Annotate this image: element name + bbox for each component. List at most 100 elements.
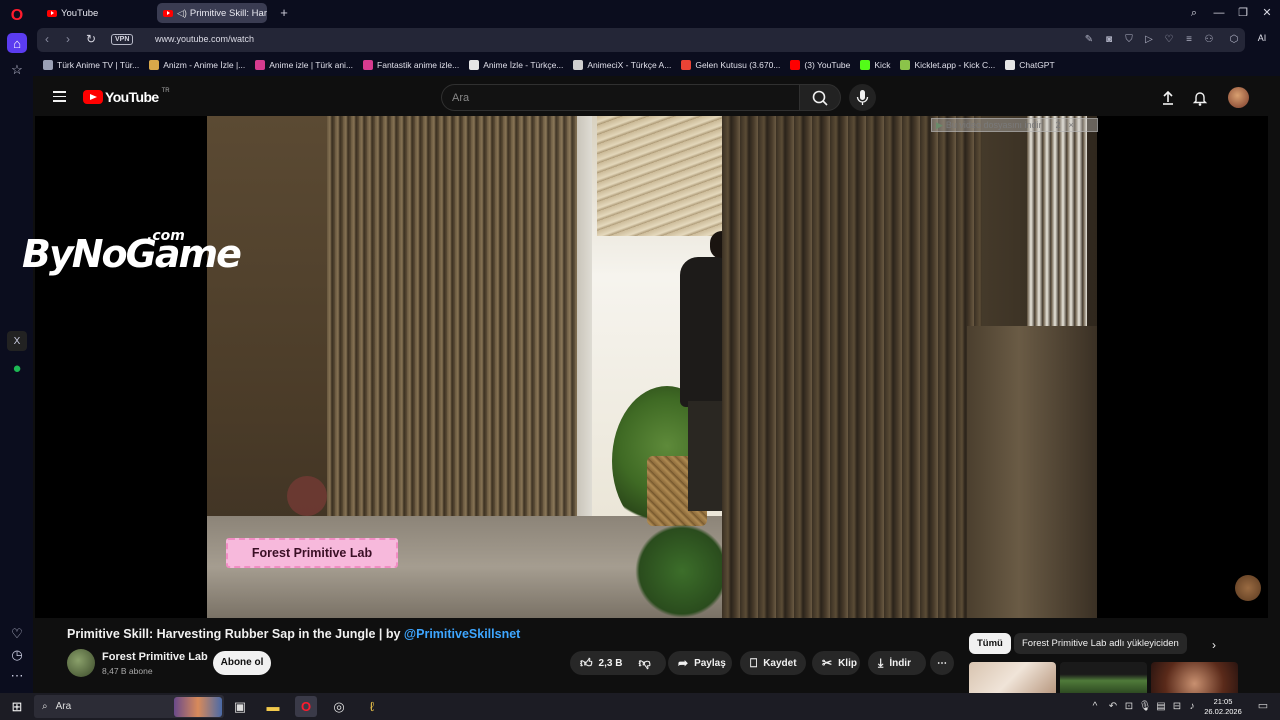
bookmark-favicon-icon: [363, 60, 374, 70]
bookmark-item[interactable]: (3) YouTube: [790, 60, 850, 70]
bookmark-item[interactable]: Kicklet.app - Kick C...: [900, 60, 995, 70]
taskbar-search[interactable]: ⌕ Ara: [34, 695, 224, 718]
bookmark-item[interactable]: Fantastik anime izle...: [363, 60, 459, 70]
tab-video[interactable]: ◁) Primitive Skill: Harvest: [157, 3, 267, 23]
menu-icon[interactable]: ≡: [1182, 33, 1196, 47]
search-input[interactable]: [442, 85, 799, 110]
more-icon[interactable]: ⋯: [7, 666, 27, 686]
bookmark-favicon-icon: [43, 60, 53, 70]
subscribe-button[interactable]: Abone ol: [213, 651, 271, 675]
reload-icon[interactable]: ↻: [86, 32, 96, 46]
bookmark-item[interactable]: Kick: [860, 60, 890, 70]
cube-icon[interactable]: ⬡: [1227, 33, 1241, 47]
share-button[interactable]: ➦ Paylaş: [668, 651, 732, 675]
opera-gx-taskbar-icon[interactable]: ◎: [328, 696, 350, 717]
clip-button[interactable]: ✂ Klip: [812, 651, 860, 675]
app-taskbar-icon[interactable]: ℓ: [361, 696, 383, 717]
save-button[interactable]: ⎕ Kaydet: [740, 651, 806, 675]
download-button[interactable]: ⤓ İndir: [868, 651, 926, 675]
tray-icon[interactable]: ▤: [1154, 696, 1168, 717]
address-bar[interactable]: ‹ › ↻ VPN www.youtube.com/watch ✎ ◙ ⛉ ▷ …: [37, 28, 1245, 52]
bookmark-label: Fantastik anime izle...: [377, 60, 460, 70]
heart-icon[interactable]: ♡: [1162, 33, 1176, 47]
camera-icon[interactable]: ◙: [1102, 33, 1116, 47]
spotify-icon[interactable]: ●: [7, 358, 27, 378]
chevron-up-icon[interactable]: ^: [1088, 696, 1102, 717]
task-view-icon[interactable]: ▣: [229, 696, 251, 717]
channel-watermark-avatar[interactable]: [1235, 575, 1261, 601]
channel-name[interactable]: Forest Primitive Lab: [102, 651, 208, 663]
history-icon[interactable]: ◷: [7, 645, 27, 665]
opera-taskbar-icon[interactable]: O: [295, 696, 317, 717]
video-scene-object: [287, 476, 327, 516]
chip-all[interactable]: Tümü: [969, 633, 1011, 654]
x-twitter-icon[interactable]: X: [7, 331, 27, 351]
bookmark-item[interactable]: Gelen Kutusu (3.670...: [681, 60, 780, 70]
bookmark-label: Kick: [874, 60, 891, 70]
notifications-icon[interactable]: ▭: [1252, 696, 1274, 717]
channel-avatar[interactable]: [67, 649, 95, 677]
bookmark-item[interactable]: AnimeciX - Türkçe A...: [573, 60, 671, 70]
speaker-icon[interactable]: ◁): [177, 8, 187, 19]
opera-logo-icon[interactable]: O: [7, 6, 27, 26]
close-icon[interactable]: ×: [1069, 120, 1074, 130]
search-tabs-icon[interactable]: ⌕: [1185, 4, 1203, 22]
related-video-thumbnail[interactable]: [1060, 662, 1147, 693]
related-video-thumbnail[interactable]: [969, 662, 1056, 693]
search-button[interactable]: [799, 84, 841, 111]
tray-icon[interactable]: ⊡: [1122, 696, 1136, 717]
notification-bell-icon[interactable]: [1191, 89, 1209, 107]
bookmark-item[interactable]: Anime İzle - Türkçe...: [469, 60, 563, 70]
bookmark-label: Türk Anime TV | Tür...: [57, 60, 140, 70]
edit-icon[interactable]: ✎: [1082, 33, 1096, 47]
minimize-icon[interactable]: —: [1210, 4, 1228, 22]
youtube-logo[interactable]: YouTube TR: [83, 88, 170, 105]
bookmark-favicon-icon: [1005, 60, 1016, 70]
voice-search-button[interactable]: [849, 84, 876, 111]
microphone-icon[interactable]: 🎙︎: [1138, 696, 1152, 717]
like-count[interactable]: 2,3 B: [599, 658, 623, 669]
user-avatar[interactable]: [1228, 87, 1249, 108]
forward-icon[interactable]: ›: [66, 32, 70, 46]
chip-from-uploader[interactable]: Forest Primitive Lab adlı yükleyiciden: [1014, 633, 1187, 654]
star-icon[interactable]: ☆: [7, 60, 27, 80]
home-icon[interactable]: ⌂: [7, 33, 27, 53]
channel-handle-link[interactable]: @PrimitiveSkillsnet: [404, 627, 520, 641]
download-video-banner[interactable]: ▶ Bu video dosyasını indir 2 ×: [931, 118, 1098, 132]
chevron-right-icon[interactable]: ›: [1212, 638, 1216, 652]
bookmark-item[interactable]: ChatGPT: [1005, 60, 1055, 70]
close-window-icon[interactable]: ✕: [1258, 4, 1276, 22]
system-clock[interactable]: 21:05 26.02.2026: [1198, 697, 1248, 717]
network-icon[interactable]: ⊟: [1170, 696, 1184, 717]
file-explorer-icon[interactable]: ▬: [262, 696, 284, 717]
profile-icon[interactable]: ⚇: [1202, 33, 1216, 47]
url-text[interactable]: www.youtube.com/watch: [155, 34, 254, 44]
heart-icon[interactable]: ♡: [7, 624, 27, 644]
youtube-wordmark: YouTube: [105, 89, 159, 105]
play-icon[interactable]: ▷: [1142, 33, 1156, 47]
vpn-badge[interactable]: VPN: [111, 34, 134, 45]
bookmark-item[interactable]: Türk Anime TV | Tür...: [43, 60, 139, 70]
country-code: TR: [161, 88, 170, 94]
dislike-icon[interactable]: 👎︎: [638, 656, 650, 671]
aria-ai-button[interactable]: AI: [1250, 31, 1274, 45]
new-tab-button[interactable]: +: [276, 5, 292, 21]
more-actions-button[interactable]: ⋯: [930, 651, 954, 675]
maximize-icon[interactable]: ❐: [1234, 4, 1252, 22]
bookmark-item[interactable]: Anizm - Anime İzle |...: [149, 60, 245, 70]
taskbar-search-placeholder: Ara: [55, 701, 72, 712]
bookmark-item[interactable]: Anime izle | Türk ani...: [255, 60, 353, 70]
windows-start-icon[interactable]: ⊞: [6, 696, 28, 717]
related-video-thumbnail[interactable]: [1151, 662, 1238, 693]
play-icon: ▶: [936, 119, 943, 130]
search-box[interactable]: [441, 84, 799, 111]
volume-icon[interactable]: ♪: [1185, 696, 1199, 717]
share-label: Paylaş: [694, 657, 726, 669]
upload-icon[interactable]: [1159, 89, 1177, 107]
hamburger-menu-icon[interactable]: [53, 91, 66, 102]
back-icon[interactable]: ‹: [45, 32, 49, 46]
shield-icon[interactable]: ⛉: [1122, 33, 1136, 47]
tab-youtube[interactable]: YouTube: [41, 3, 155, 23]
tray-icon[interactable]: ↶: [1106, 696, 1120, 717]
like-icon[interactable]: 👍︎: [580, 656, 593, 671]
